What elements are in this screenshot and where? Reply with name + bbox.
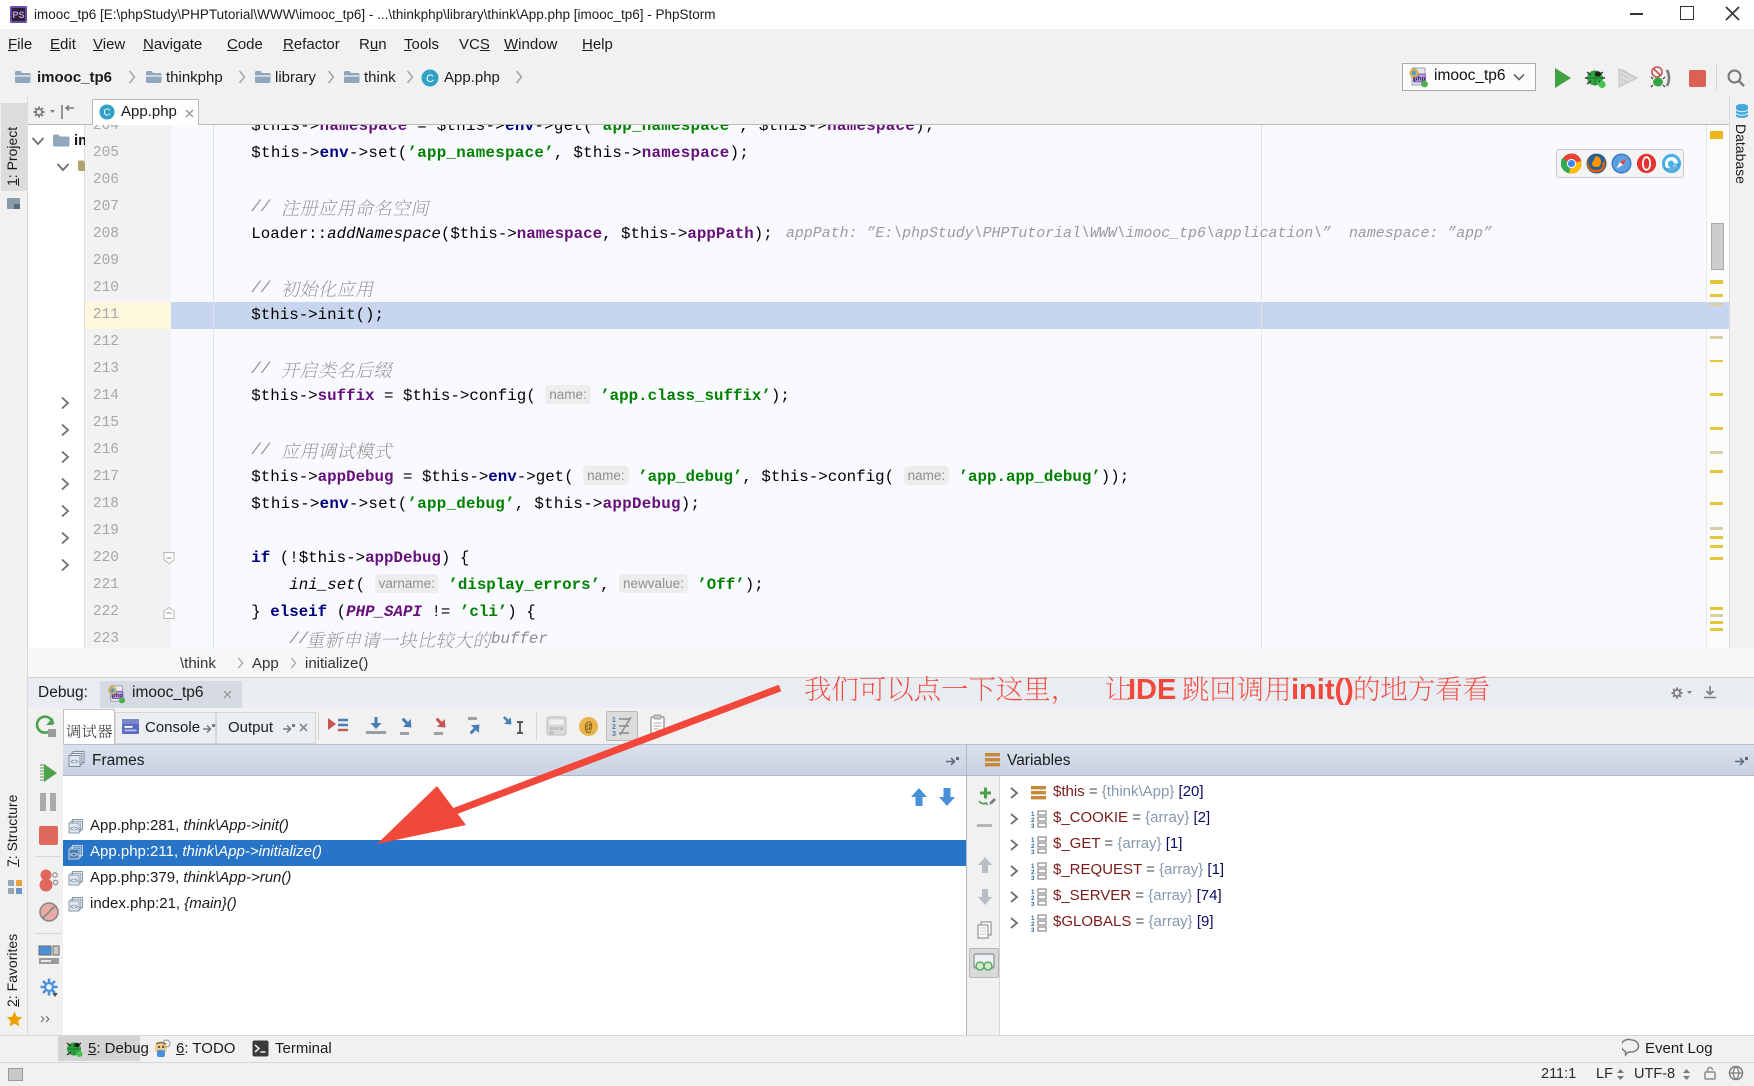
svg-text:C: C <box>426 73 434 85</box>
svg-text:IDE: IDE <box>1128 674 1176 706</box>
svg-text:<>: <> <box>70 904 78 911</box>
svg-text:C: C <box>103 108 110 119</box>
svg-text:init(): init() <box>1291 674 1354 706</box>
svg-text:<>: <> <box>70 852 78 859</box>
svg-text:3: 3 <box>1031 901 1035 906</box>
svg-text:3: 3 <box>1031 875 1035 880</box>
svg-text:<>: <> <box>70 759 78 766</box>
svg-text:3: 3 <box>1031 849 1035 854</box>
svg-text:<>: <> <box>70 878 78 885</box>
svg-text:<>: <> <box>70 826 78 833</box>
svg-text:3: 3 <box>1031 927 1035 932</box>
svg-text:3: 3 <box>1031 823 1035 828</box>
svg-text:PS: PS <box>12 10 24 20</box>
